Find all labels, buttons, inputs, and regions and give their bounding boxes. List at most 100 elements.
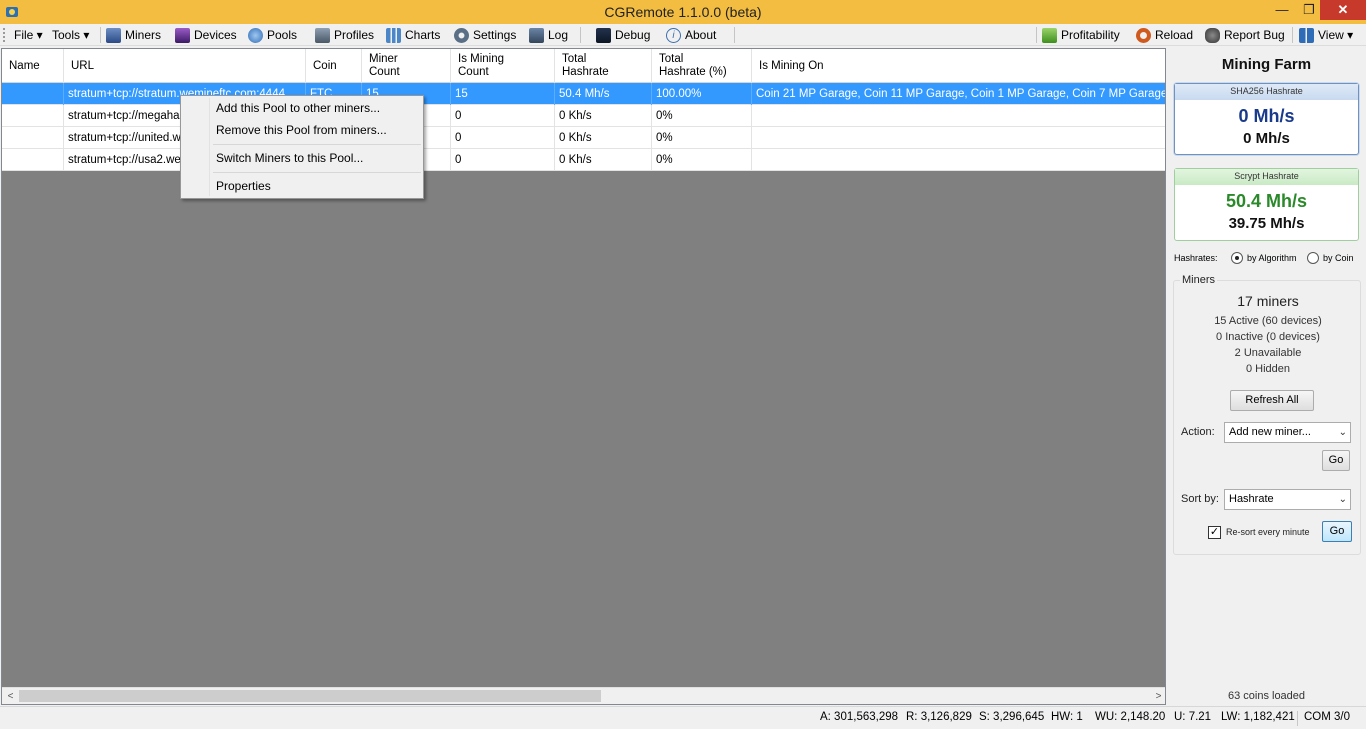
tools-menu-label: Tools ▾: [52, 28, 90, 42]
refresh-all-button[interactable]: Refresh All: [1230, 390, 1314, 411]
menu-item-add-pool[interactable]: Add this Pool to other miners...: [216, 98, 380, 118]
cell-hashrate-pct: 100.00%: [652, 83, 752, 105]
chevron-down-icon: ⌄: [1338, 494, 1347, 505]
by-coin-label[interactable]: by Coin: [1323, 253, 1354, 263]
scroll-right-button[interactable]: >: [1150, 688, 1165, 704]
column-header-mining-on[interactable]: Is Mining On: [752, 49, 1165, 83]
cell-hashrate-pct: 0%: [652, 127, 752, 149]
column-header-mining-count[interactable]: Is Mining Count: [451, 49, 555, 83]
sort-by-dropdown[interactable]: Hashrate ⌄: [1224, 489, 1351, 510]
horizontal-scrollbar[interactable]: < >: [2, 687, 1165, 704]
pools-grid[interactable]: Name URL Coin Miner Count Is Mining Coun…: [1, 48, 1166, 705]
table-row[interactable]: stratum+tcp://stratum.wemineftc.com:4444…: [2, 83, 1165, 105]
cell-hashrate: 0 Kh/s: [555, 127, 652, 149]
profiles-label: Profiles: [334, 28, 375, 42]
by-algorithm-radio[interactable]: [1231, 252, 1243, 264]
reload-button[interactable]: Reload: [1136, 26, 1193, 44]
status-utility: U: 7.21: [1174, 711, 1212, 723]
pools-button[interactable]: Pools: [248, 26, 297, 44]
view-menu[interactable]: View ▾: [1299, 26, 1353, 44]
reload-label: Reload: [1155, 28, 1194, 42]
by-algorithm-label[interactable]: by Algorithm: [1247, 253, 1297, 263]
pool-context-menu: Add this Pool to other miners... Remove …: [180, 95, 424, 199]
toolbar-grip[interactable]: [3, 28, 5, 42]
miners-inactive: 0 Inactive (0 devices): [1216, 331, 1320, 343]
scroll-left-button[interactable]: <: [2, 688, 19, 704]
scroll-thumb[interactable]: [19, 690, 601, 702]
table-row[interactable]: stratum+tcp://usa2.we 0 0 Kh/s 0%: [2, 149, 1165, 171]
table-row[interactable]: stratum+tcp://megahash 0 0 Kh/s 0%: [2, 105, 1165, 127]
status-last-work: LW: 1,182,421: [1221, 711, 1295, 723]
tools-menu[interactable]: Tools ▾: [52, 26, 89, 44]
column-header-url[interactable]: URL: [64, 49, 306, 83]
cell-mining-count: 0: [451, 105, 555, 127]
resort-checkbox[interactable]: ✓: [1208, 526, 1221, 539]
scrypt-header: Scrypt Hashrate: [1175, 169, 1358, 185]
menu-item-remove-pool[interactable]: Remove this Pool from miners...: [216, 120, 387, 140]
profiles-icon: [315, 27, 330, 43]
toolbar-separator: [100, 27, 101, 43]
pools-icon: [248, 27, 263, 43]
sort-by-label: Sort by:: [1181, 493, 1219, 505]
miners-unavailable: 2 Unavailable: [1234, 347, 1302, 359]
report-bug-button[interactable]: Report Bug: [1205, 26, 1285, 44]
profiles-button[interactable]: Profiles: [315, 26, 374, 44]
status-work-utility: WU: 2,148.20: [1095, 711, 1166, 723]
cell-name: [2, 149, 64, 171]
table-row[interactable]: stratum+tcp://united.w 0 0 Kh/s 0%: [2, 127, 1165, 149]
action-go-button[interactable]: Go: [1322, 450, 1350, 471]
action-dropdown[interactable]: Add new miner... ⌄: [1224, 422, 1351, 443]
cell-mining-on: [752, 149, 1165, 171]
view-label: View ▾: [1318, 28, 1354, 42]
file-menu[interactable]: File ▾: [14, 26, 43, 44]
profitability-button[interactable]: Profitability: [1042, 26, 1120, 44]
about-button[interactable]: i About: [666, 26, 716, 44]
cell-mining-count: 15: [451, 83, 555, 105]
charts-button[interactable]: Charts: [386, 26, 440, 44]
menu-item-properties[interactable]: Properties: [216, 176, 271, 196]
status-accepted: A: 301,563,298: [820, 711, 899, 723]
chevron-down-icon: ⌄: [1338, 427, 1347, 438]
log-label: Log: [548, 28, 569, 42]
miners-group-legend: Miners: [1180, 274, 1218, 286]
cell-hashrate: 50.4 Mh/s: [555, 83, 652, 105]
debug-icon: [596, 27, 611, 43]
pools-label: Pools: [267, 28, 298, 42]
miners-count: 17 miners: [1237, 293, 1299, 309]
debug-button[interactable]: Debug: [596, 26, 650, 44]
scrypt-hashrate-box: Scrypt Hashrate 50.4 Mh/s 39.75 Mh/s: [1174, 168, 1359, 241]
toolbar-separator: [1036, 27, 1037, 43]
by-coin-radio[interactable]: [1307, 252, 1319, 264]
toolbar-separator: [1292, 27, 1293, 43]
log-button[interactable]: Log: [529, 26, 568, 44]
debug-label: Debug: [615, 28, 651, 42]
reload-icon: [1136, 27, 1151, 43]
column-header-miner-count[interactable]: Miner Count: [362, 49, 451, 83]
window-title: CGRemote 1.1.0.0 (beta): [604, 4, 762, 20]
scrypt-value-primary: 50.4 Mh/s: [1225, 191, 1308, 211]
column-header-coin[interactable]: Coin: [306, 49, 362, 83]
action-label: Action:: [1181, 426, 1215, 438]
cell-name: [2, 105, 64, 127]
action-dropdown-value: Add new miner...: [1229, 426, 1311, 438]
sort-go-button[interactable]: Go: [1322, 521, 1352, 542]
devices-button[interactable]: Devices: [175, 26, 237, 44]
resort-label[interactable]: Re-sort every minute: [1226, 527, 1310, 537]
cell-name: [2, 127, 64, 149]
mining-farm-title: Mining Farm: [1221, 56, 1312, 73]
settings-button[interactable]: Settings: [454, 26, 516, 44]
column-header-hashrate[interactable]: Total Hashrate: [555, 49, 652, 83]
maximize-button[interactable]: ❐: [1295, 0, 1323, 20]
charts-label: Charts: [405, 28, 441, 42]
miners-button[interactable]: Miners: [106, 26, 161, 44]
info-icon: i: [666, 27, 681, 43]
column-header-name[interactable]: Name: [2, 49, 64, 83]
menu-item-switch-miners[interactable]: Switch Miners to this Pool...: [216, 148, 363, 168]
close-button[interactable]: ✕: [1320, 0, 1366, 20]
cell-hashrate-pct: 0%: [652, 149, 752, 171]
cell-mining-count: 0: [451, 127, 555, 149]
minimize-button[interactable]: —: [1268, 0, 1296, 20]
column-header-hashrate-pct[interactable]: Total Hashrate (%): [652, 49, 752, 83]
menu-separator: [213, 172, 421, 173]
status-separator: [1297, 711, 1298, 726]
